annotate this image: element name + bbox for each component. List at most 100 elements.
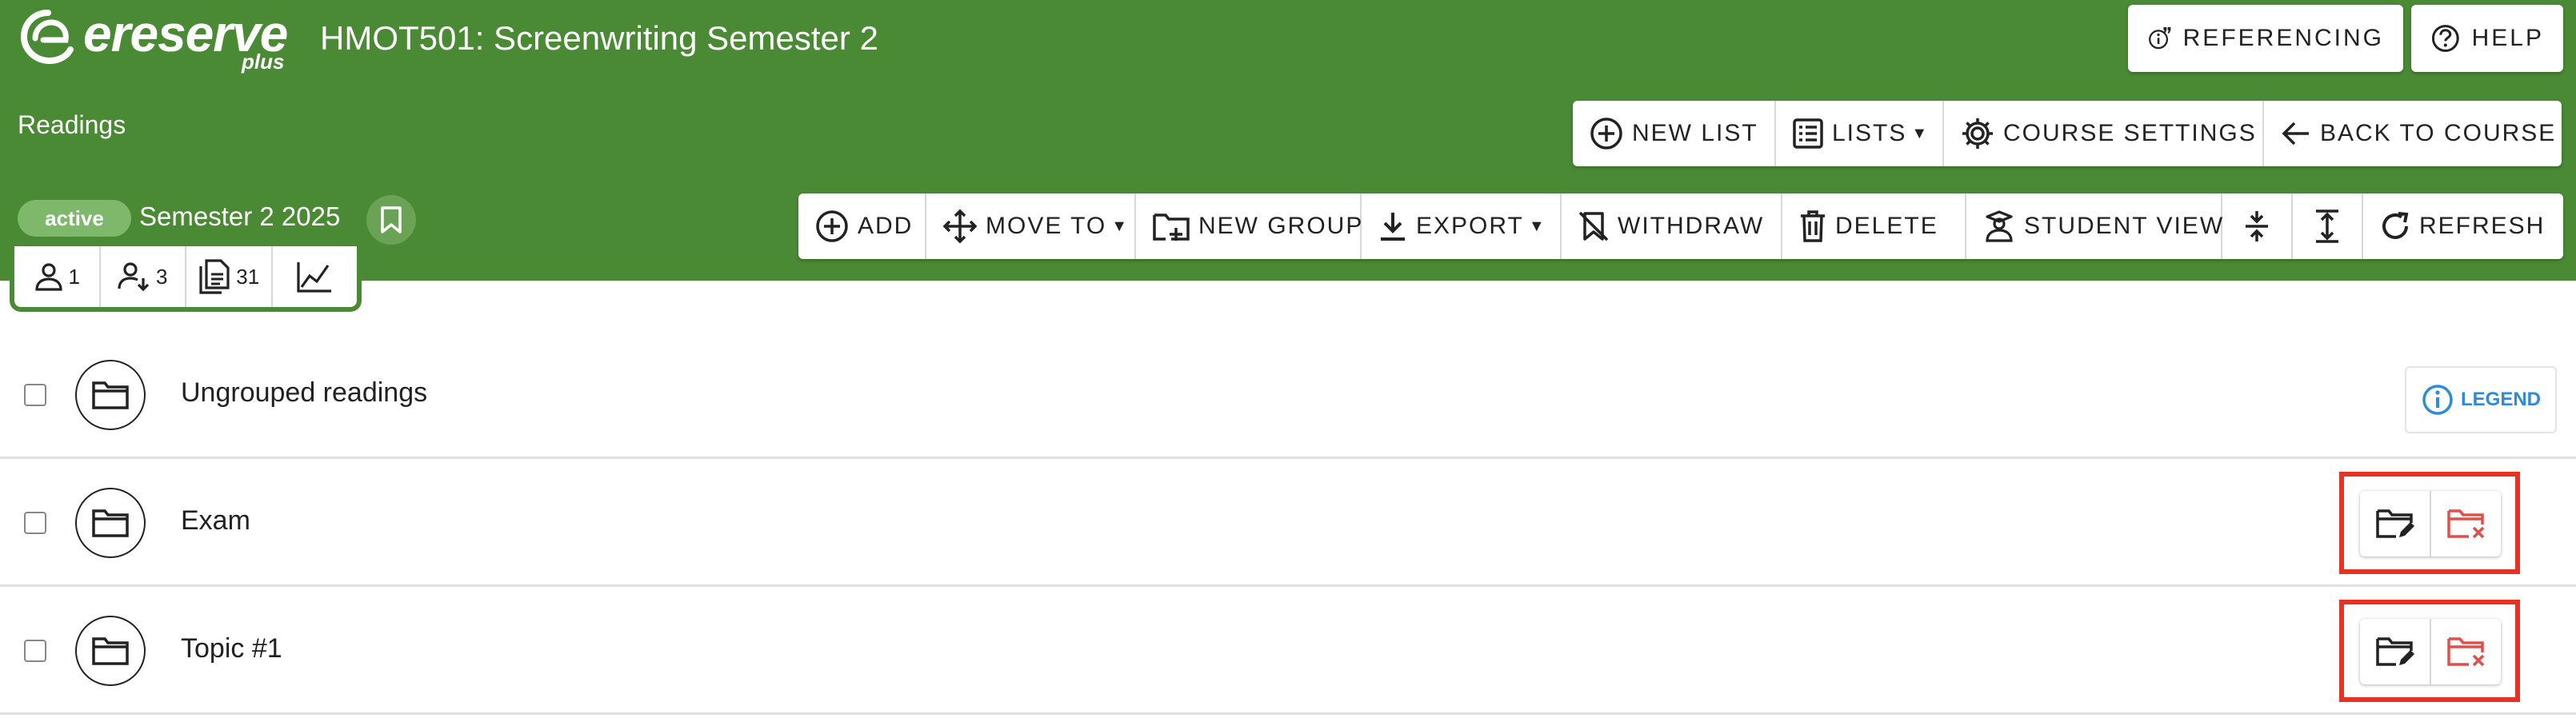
group-title[interactable]: Topic #1 — [181, 633, 282, 664]
folder-delete-icon — [2446, 509, 2484, 539]
group-row-exam: Exam — [0, 459, 2576, 587]
group-actions — [2360, 491, 2501, 556]
new-list-label: NEW LIST — [1632, 120, 1758, 146]
edit-group-button[interactable] — [2360, 619, 2431, 684]
add-circle-icon — [1590, 118, 1622, 150]
lists-dropdown[interactable]: LISTS ▼ — [1776, 101, 1944, 166]
help-label: HELP — [2471, 25, 2544, 51]
group-title[interactable]: Exam — [181, 505, 250, 537]
logo-suffix: plus — [242, 50, 285, 74]
delete-group-button[interactable] — [2431, 491, 2501, 556]
collapse-icon — [2246, 211, 2268, 241]
delete-group-button[interactable] — [2431, 619, 2501, 684]
move-to-label: MOVE TO — [986, 213, 1107, 239]
lists-label: LISTS — [1832, 120, 1907, 146]
move-to-dropdown[interactable]: MOVE TO ▼ — [926, 193, 1136, 259]
readings-toolbar: ADD MOVE TO ▼ NEW GROUP EXPORT ▼ WITHDRA… — [798, 193, 2563, 259]
new-group-button[interactable]: NEW GROUP — [1136, 193, 1362, 259]
person-download-icon — [118, 262, 150, 292]
expand-icon — [2316, 209, 2338, 243]
expand-all-button[interactable] — [2293, 193, 2363, 259]
legend-button[interactable]: LEGEND — [2405, 366, 2557, 433]
row-checkbox[interactable] — [24, 512, 46, 534]
analytics-stat[interactable] — [273, 246, 358, 307]
folder-icon — [75, 488, 146, 558]
stats-bar: 1 3 31 — [10, 246, 362, 312]
semester-label: Semester 2 2025 — [139, 201, 341, 231]
delete-label: DELETE — [1835, 213, 1938, 239]
student-icon — [1986, 210, 2013, 242]
bookmark-icon — [381, 206, 402, 233]
documents-icon — [199, 259, 230, 294]
move-arrows-icon — [942, 209, 978, 244]
person-icon — [34, 263, 62, 291]
group-row-ungrouped: Ungrouped readings LEGEND — [0, 331, 2576, 459]
folder-delete-icon — [2446, 637, 2484, 667]
refresh-button[interactable]: REFRESH — [2363, 193, 2547, 259]
group-actions — [2360, 619, 2501, 684]
folder-edit-icon — [2375, 637, 2414, 666]
status-badge: active — [18, 200, 131, 237]
referencing-button[interactable]: REFERENCING — [2128, 5, 2403, 72]
add-button[interactable]: ADD — [798, 193, 926, 259]
new-group-label: NEW GROUP — [1198, 213, 1364, 239]
students-count: 3 — [156, 264, 168, 289]
arrow-left-icon — [2282, 122, 2309, 146]
add-circle-icon — [816, 210, 848, 242]
group-row-topic-1: Topic #1 — [0, 587, 2576, 715]
download-icon — [1381, 213, 1405, 241]
bookmark-button[interactable] — [366, 195, 416, 245]
row-checkbox[interactable] — [24, 384, 46, 406]
course-settings-label: COURSE SETTINGS — [2003, 120, 2257, 146]
folder-icon — [75, 616, 146, 686]
highlight-box — [2339, 472, 2520, 574]
referencing-label: REFERENCING — [2182, 25, 2384, 51]
export-dropdown[interactable]: EXPORT ▼ — [1362, 193, 1562, 259]
back-to-course-button[interactable]: BACK TO COURSE — [2264, 101, 2562, 166]
trash-icon — [1801, 210, 1825, 242]
highlight-box — [2339, 600, 2520, 702]
withdraw-label: WITHDRAW — [1618, 213, 1765, 239]
page-title: HMOT501: Screenwriting Semester 2 — [320, 19, 878, 57]
ereserve-swirl-icon — [20, 10, 74, 65]
folder-edit-icon — [2375, 509, 2414, 538]
new-list-button[interactable]: NEW LIST — [1573, 101, 1776, 166]
chevron-down-icon: ▼ — [1911, 124, 1928, 142]
students-stat[interactable]: 3 — [101, 246, 186, 307]
course-settings-button[interactable]: COURSE SETTINGS — [1944, 101, 2264, 166]
owners-stat[interactable]: 1 — [14, 246, 101, 307]
readings-stat[interactable]: 31 — [186, 246, 273, 307]
chevron-down-icon: ▼ — [1111, 217, 1128, 235]
readings-count: 31 — [236, 264, 260, 289]
refresh-icon — [2382, 212, 2409, 239]
chevron-down-icon: ▼ — [1528, 217, 1545, 235]
folder-icon — [75, 360, 146, 430]
gear-icon — [1962, 118, 1993, 149]
refresh-label: REFRESH — [2419, 213, 2546, 239]
collapse-all-button[interactable] — [2222, 193, 2293, 259]
student-view-button[interactable]: STUDENT VIEW — [1966, 193, 2222, 259]
owners-count: 1 — [68, 264, 80, 289]
export-label: EXPORT — [1416, 213, 1524, 239]
info-quote-icon — [2149, 26, 2171, 50]
help-button[interactable]: HELP — [2411, 5, 2563, 72]
row-checkbox[interactable] — [24, 640, 46, 662]
bookmark-off-icon — [1578, 211, 1609, 241]
delete-button[interactable]: DELETE — [1782, 193, 1966, 259]
withdraw-button[interactable]: WITHDRAW — [1562, 193, 1782, 259]
ereserve-logo[interactable]: ereserve plus — [19, 5, 291, 74]
legend-label: LEGEND — [2460, 389, 2541, 410]
line-chart-icon — [297, 262, 332, 293]
folder-add-icon — [1153, 213, 1190, 241]
edit-group-button[interactable] — [2360, 491, 2431, 556]
list-toolbar: NEW LIST LISTS ▼ COURSE SETTINGS BACK TO… — [1573, 101, 2562, 166]
help-circle-icon — [2431, 25, 2459, 52]
add-label: ADD — [858, 213, 914, 239]
group-title[interactable]: Ungrouped readings — [181, 377, 427, 409]
section-title: Readings — [18, 110, 126, 139]
student-view-label: STUDENT VIEW — [2024, 213, 2225, 239]
info-icon — [2422, 385, 2453, 415]
app-header: ereserve plus HMOT501: Screenwriting Sem… — [0, 0, 2576, 281]
back-to-course-label: BACK TO COURSE — [2320, 120, 2557, 146]
list-icon — [1793, 118, 1823, 149]
